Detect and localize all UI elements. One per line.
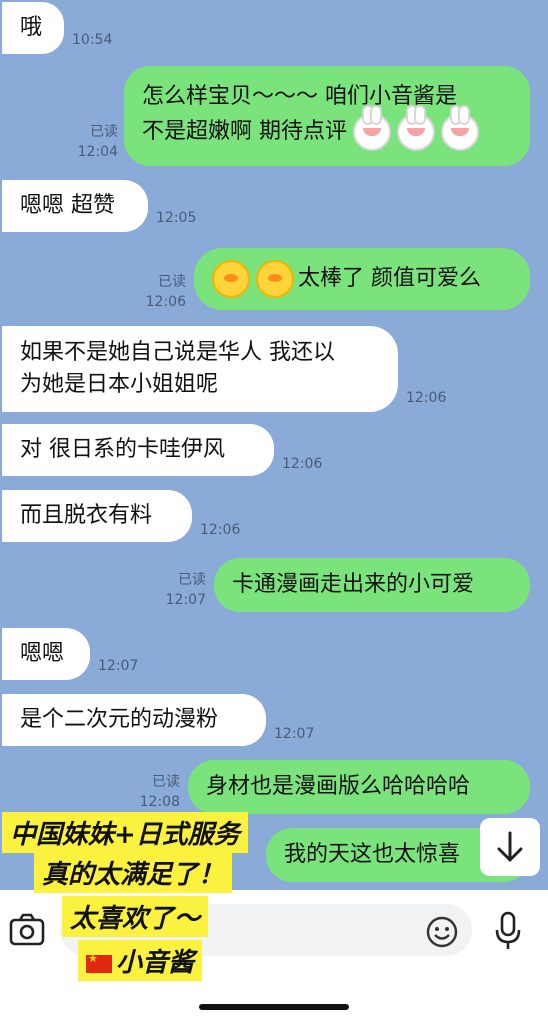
emoji-face-icon bbox=[426, 916, 458, 948]
camera-icon bbox=[9, 913, 45, 946]
message-bubble-incoming[interactable]: 嗯嗯 超赞 bbox=[2, 180, 148, 232]
message-bubble-incoming[interactable]: 对 很日系的卡哇伊风 bbox=[2, 424, 274, 476]
message-bubble-outgoing[interactable]: 怎么样宝贝～～～ 咱们小音酱是 不是超嫩啊 期待点评 bbox=[124, 66, 530, 166]
message-bubble-incoming[interactable]: 嗯嗯 bbox=[2, 628, 90, 680]
message-bubble-outgoing[interactable]: 身材也是漫画版么哈哈哈哈 bbox=[188, 760, 530, 814]
message-bubble-incoming[interactable]: 而且脱衣有料 bbox=[2, 490, 192, 542]
read-receipt: 已读 bbox=[90, 124, 118, 140]
message-text: 太棒了 颜值可爱么 bbox=[298, 266, 481, 291]
message-text: 身材也是漫画版么哈哈哈哈 bbox=[206, 774, 471, 799]
promo-line: 中国妹妹+日式服务 bbox=[2, 812, 248, 853]
bunny-sticker-icon bbox=[353, 105, 391, 151]
message-meta: 12:07 bbox=[274, 724, 314, 744]
chat-area: 哦 10:54 已读 12:04 怎么样宝贝～～～ 咱们小音酱是 不是超嫩啊 期… bbox=[0, 0, 548, 890]
message-bubble-incoming[interactable]: 哦 bbox=[2, 2, 64, 54]
promo-line: 真的太满足了！ bbox=[34, 852, 233, 893]
read-receipt: 已读 bbox=[178, 572, 206, 588]
promo-text: 小音酱 bbox=[116, 948, 195, 978]
emoji-button[interactable] bbox=[424, 914, 460, 950]
camera-button[interactable] bbox=[8, 910, 46, 950]
promo-line: 太喜欢了～ bbox=[62, 896, 209, 937]
message-meta: 12:07 bbox=[98, 656, 138, 676]
message-text: 我的天这也太惊喜 bbox=[284, 842, 461, 867]
message-time: 12:06 bbox=[200, 522, 241, 538]
message-text: 为她是日本小姐姐呢 bbox=[20, 372, 219, 397]
message-meta: 已读 12:07 bbox=[154, 570, 206, 610]
message-time: 12:08 bbox=[139, 794, 180, 810]
message-time: 12:07 bbox=[274, 726, 315, 742]
message-text: 是个二次元的动漫粉 bbox=[20, 707, 219, 732]
message-bubble-incoming[interactable]: 如果不是她自己说是华人 我还以 为她是日本小姐姐呢 bbox=[2, 326, 398, 412]
message-meta: 12:06 bbox=[282, 454, 322, 474]
message-time: 12:07 bbox=[98, 658, 139, 674]
scroll-to-bottom-button[interactable] bbox=[480, 818, 540, 876]
promo-line-flag: 小音酱 bbox=[78, 940, 203, 981]
message-meta: 12:06 bbox=[406, 388, 446, 408]
chick-sticker-icon bbox=[256, 260, 294, 298]
microphone-icon bbox=[495, 911, 521, 949]
message-time: 12:06 bbox=[406, 390, 447, 406]
bunny-sticker-icon bbox=[441, 105, 479, 151]
message-time: 12:05 bbox=[156, 210, 197, 226]
message-time: 12:06 bbox=[282, 456, 323, 472]
message-meta: 12:05 bbox=[156, 208, 196, 228]
read-receipt: 已读 bbox=[158, 274, 186, 290]
message-text: 嗯嗯 超赞 bbox=[20, 193, 115, 218]
message-bubble-outgoing[interactable]: 卡通漫画走出来的小可爱 bbox=[214, 558, 530, 612]
china-flag-icon bbox=[86, 952, 112, 973]
arrow-down-icon bbox=[497, 831, 523, 862]
message-time: 10:54 bbox=[72, 32, 113, 48]
message-meta: 已读 12:04 bbox=[66, 122, 118, 162]
message-bubble-outgoing[interactable]: 太棒了 颜值可爱么 bbox=[194, 248, 530, 310]
message-text: 哦 bbox=[20, 15, 43, 40]
bunny-sticker-icon bbox=[397, 105, 435, 151]
chick-sticker-icon bbox=[212, 260, 250, 298]
message-meta: 已读 12:08 bbox=[128, 772, 180, 812]
message-text-line2: 不是超嫩啊 期待点评 bbox=[142, 105, 479, 151]
message-meta: 10:54 bbox=[72, 30, 112, 50]
message-text: 嗯嗯 bbox=[20, 641, 65, 666]
message-time: 12:07 bbox=[165, 592, 206, 608]
message-text: 卡通漫画走出来的小可爱 bbox=[232, 572, 475, 597]
voice-button[interactable] bbox=[492, 910, 524, 952]
home-indicator bbox=[199, 1004, 349, 1010]
message-meta: 已读 12:06 bbox=[134, 272, 186, 312]
message-meta: 12:06 bbox=[200, 520, 240, 540]
message-time: 12:06 bbox=[145, 294, 186, 310]
message-text: 不是超嫩啊 期待点评 bbox=[142, 119, 347, 144]
message-text: 对 很日系的卡哇伊风 bbox=[20, 437, 225, 462]
message-text: 如果不是她自己说是华人 我还以 bbox=[20, 340, 335, 365]
message-bubble-incoming[interactable]: 是个二次元的动漫粉 bbox=[2, 694, 266, 746]
message-text: 而且脱衣有料 bbox=[20, 503, 153, 528]
read-receipt: 已读 bbox=[152, 774, 180, 790]
message-time: 12:04 bbox=[77, 144, 118, 160]
